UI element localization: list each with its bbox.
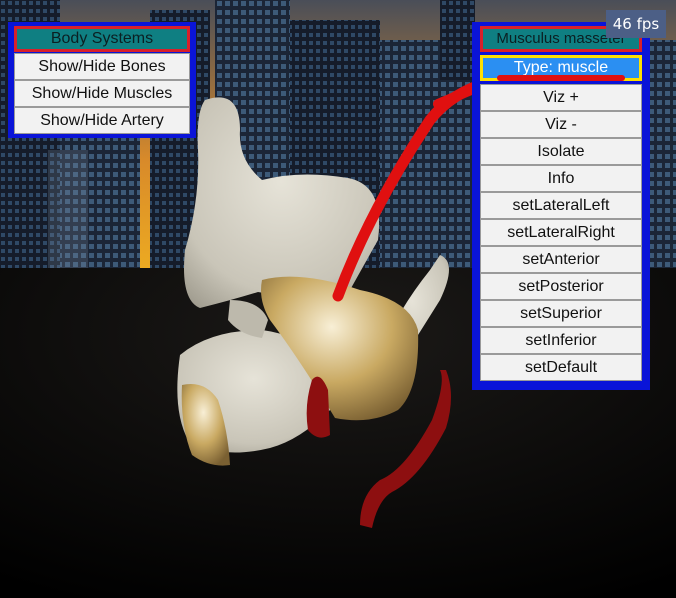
body-systems-header[interactable]: Body Systems [14, 26, 190, 52]
set-inferior-button[interactable]: setInferior [480, 327, 642, 354]
set-default-button[interactable]: setDefault [480, 354, 642, 381]
isolate-button[interactable]: Isolate [480, 138, 642, 165]
body-systems-panel: Body Systems Show/Hide Bones Show/Hide M… [8, 22, 196, 138]
annotation-underline [497, 75, 625, 81]
set-anterior-button[interactable]: setAnterior [480, 246, 642, 273]
info-button[interactable]: Info [480, 165, 642, 192]
set-posterior-button[interactable]: setPosterior [480, 273, 642, 300]
3d-viewport[interactable]: Body Systems Show/Hide Bones Show/Hide M… [0, 0, 676, 598]
set-lateral-right-button[interactable]: setLateralRight [480, 219, 642, 246]
show-hide-bones-button[interactable]: Show/Hide Bones [14, 53, 190, 80]
viz-minus-button[interactable]: Viz - [480, 111, 642, 138]
set-superior-button[interactable]: setSuperior [480, 300, 642, 327]
show-hide-muscles-button[interactable]: Show/Hide Muscles [14, 80, 190, 107]
show-hide-artery-button[interactable]: Show/Hide Artery [14, 107, 190, 134]
set-lateral-left-button[interactable]: setLateralLeft [480, 192, 642, 219]
fps-counter: 46 fps [606, 10, 666, 38]
